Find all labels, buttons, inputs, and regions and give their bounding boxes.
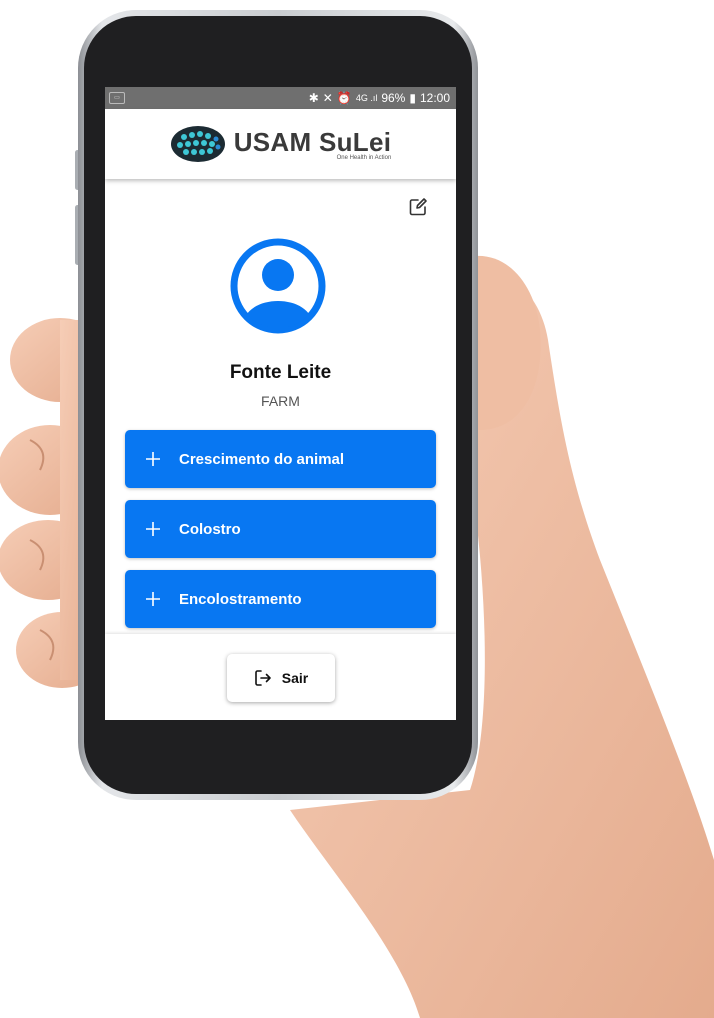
- app-tagline: One Health in Action: [336, 154, 392, 161]
- user-name: Fonte Leite: [229, 362, 332, 383]
- battery-icon: ▮: [409, 91, 416, 105]
- menu-item-label: Encolostramento: [179, 590, 302, 608]
- profile-content: Fonte Leite FARM Crescimento do animal C…: [105, 179, 456, 629]
- app-logo: USAM SuLei One Health in Action: [170, 125, 392, 163]
- footer-bar: Sair: [105, 634, 456, 720]
- logout-button[interactable]: Sair: [227, 654, 335, 702]
- menu-list: Crescimento do animal Colostro Encolostr…: [125, 430, 436, 640]
- app-title: USAM SuLei: [233, 126, 392, 157]
- menu-item-colostro[interactable]: Colostro: [125, 500, 436, 558]
- notification-icon: ▭: [109, 92, 125, 104]
- plus-icon: [146, 592, 160, 606]
- plus-icon: [146, 452, 160, 466]
- signal-4g-icon: 4G .ıl: [355, 93, 378, 103]
- plus-icon: [146, 522, 160, 536]
- edit-profile-button[interactable]: [408, 197, 428, 217]
- menu-item-crescimento[interactable]: Crescimento do animal: [125, 430, 436, 488]
- logo-icon: [170, 126, 225, 162]
- battery-percent: 96%: [381, 91, 406, 105]
- status-bar: ▭ ✱ ✕ ⏰ 4G .ıl 96% ▮ 12:00: [105, 87, 456, 109]
- phone-screen: ▭ ✱ ✕ ⏰ 4G .ıl 96% ▮ 12:00 USAM SuLei On…: [105, 87, 456, 720]
- avatar-icon: [230, 238, 326, 334]
- app-header: USAM SuLei One Health in Action: [105, 109, 456, 179]
- logout-label: Sair: [281, 670, 309, 686]
- user-role: FARM: [261, 393, 300, 409]
- mute-icon: ✕: [322, 91, 333, 105]
- menu-item-label: Crescimento do animal: [179, 450, 345, 468]
- bluetooth-icon: ✱: [308, 91, 319, 105]
- logout-icon: [254, 670, 271, 686]
- clock: 12:00: [419, 91, 450, 105]
- alarm-icon: ⏰: [336, 91, 352, 105]
- menu-item-label: Colostro: [179, 520, 241, 538]
- status-indicators: ✱ ✕ ⏰ 4G .ıl 96% ▮ 12:00: [309, 91, 450, 105]
- menu-item-encolostramento[interactable]: Encolostramento: [125, 570, 436, 628]
- edit-icon: [409, 198, 427, 216]
